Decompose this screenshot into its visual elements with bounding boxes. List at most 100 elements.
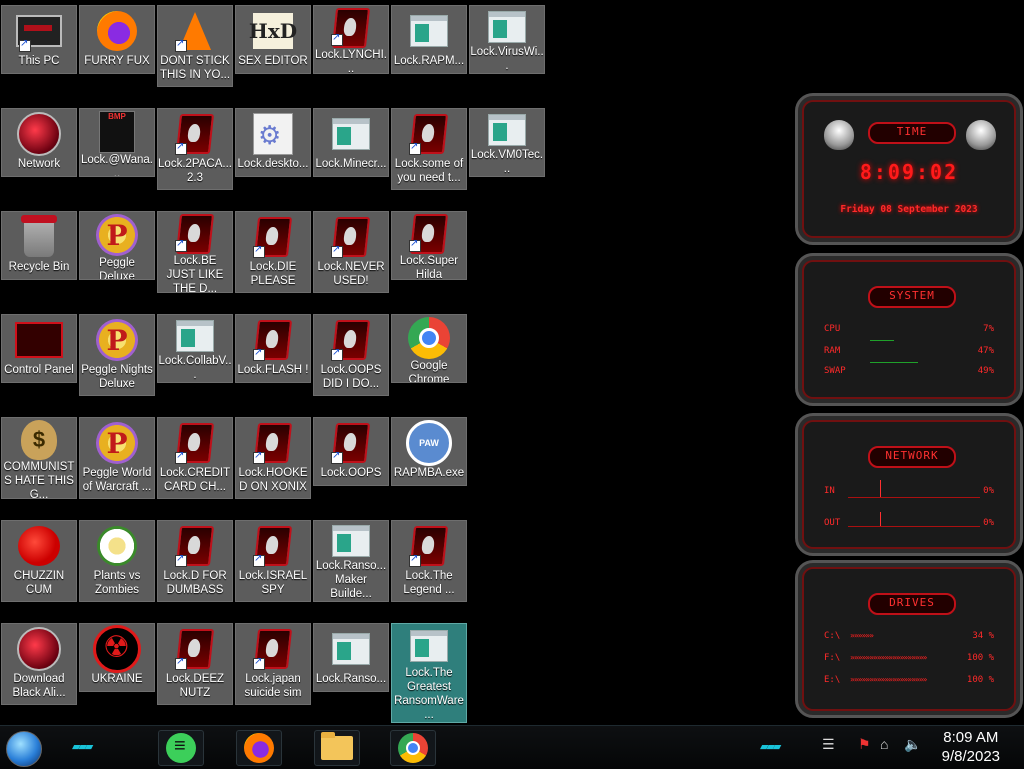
desktop-icon[interactable]: Download Black Ali...	[1, 623, 77, 705]
network-gadget: NETWORK IN 0% OUT 0%	[795, 413, 1023, 556]
desktop-icon-label: Lock.@Wana...	[81, 154, 153, 177]
desktop-icon[interactable]: Control Panel	[1, 314, 77, 383]
desktop-icon[interactable]: Lock.VirusWi...	[469, 5, 545, 74]
redbox-icon	[405, 523, 453, 569]
desktop-icon[interactable]: This PC	[1, 5, 77, 74]
taskbar: ▰▰▰ ▰▰▰ ☰ ⚑ ⌂ 🔈 8:09 AM 9/8/2023	[0, 725, 1024, 769]
messaging-app-icon	[166, 733, 196, 763]
win-icon	[171, 317, 219, 354]
desktop-icon[interactable]: Lock.CREDIT CARD CH...	[157, 417, 233, 499]
cone-icon	[171, 8, 219, 54]
desktop-icon[interactable]: Lock.DEEZ NUTZ	[157, 623, 233, 705]
desktop-icon-label: Lock.OOPS DID I DO...	[320, 364, 382, 390]
shortcut-arrow-icon	[175, 38, 187, 52]
desktop-icon[interactable]: Recycle Bin	[1, 211, 77, 280]
gadget-clock: 8:09:02	[859, 160, 959, 184]
desktop-icon[interactable]: Lock.Ranso... Maker Builde...	[313, 520, 389, 602]
desktop-icon-label: Lock.HOOKED ON XONIX	[238, 467, 308, 493]
desktop-icon[interactable]: Lock.some of you need t...	[391, 108, 467, 190]
action-center-flag-icon[interactable]: ⚑	[858, 736, 871, 753]
shortcut-arrow-icon	[409, 553, 421, 567]
desktop-icon-label: Lock.RAPM...	[393, 55, 465, 67]
fuzz-icon	[15, 523, 63, 569]
redbox-icon	[249, 317, 297, 363]
gadget-title: SYSTEM	[868, 286, 956, 308]
desktop-icon[interactable]: Lock.CollabV...	[157, 314, 233, 383]
desktop-icon[interactable]: Lock.The Greatest RansomWare ...	[391, 623, 467, 723]
desktop-icon[interactable]: Network	[1, 108, 77, 177]
row-value: 47%	[977, 346, 994, 356]
desktop-icon[interactable]: P Peggle World of Warcraft ...	[79, 417, 155, 499]
desktop-icon[interactable]: Lock.Ranso...	[313, 623, 389, 692]
desktop-icon[interactable]: Lock.OOPS DID I DO...	[313, 314, 389, 396]
desktop-icon[interactable]: Lock.ISRAEL SPY	[235, 520, 311, 602]
desktop-icon[interactable]: Lock.Minecr...	[313, 108, 389, 177]
desktop-icon[interactable]: CHUZZIN CUM	[1, 520, 77, 602]
desktop-icon[interactable]: Google Chrome	[391, 314, 467, 383]
row-value: 100 %	[966, 675, 994, 685]
desktop-icon[interactable]: Lock.RAPM...	[391, 5, 467, 74]
desktop-icon-label: Lock.NEVER USED!	[317, 261, 385, 287]
desktop-icon[interactable]: Lock.BE JUST LIKE THE D...	[157, 211, 233, 293]
bin-icon	[15, 214, 63, 260]
redbox-icon	[249, 523, 297, 569]
desktop-icon[interactable]: Lock.NEVER USED!	[313, 211, 389, 293]
drive-c-meter: »»»»»»	[850, 631, 874, 640]
decor-chevrons-icon: ▰▰▰	[72, 741, 93, 753]
desktop-icon-label: CHUZZIN CUM	[13, 570, 65, 596]
desktop-icon[interactable]: P Peggle Nights Deluxe	[79, 314, 155, 396]
monitor-icon	[15, 8, 63, 54]
desktop-icon[interactable]: Lock.D FOR DUMBASS	[157, 520, 233, 602]
start-button[interactable]	[6, 731, 42, 767]
desktop-icon[interactable]: FURRY FUX	[79, 5, 155, 74]
desktop-icon[interactable]: $ COMMUNISTS HATE THIS G...	[1, 417, 77, 499]
desktop-icon[interactable]: Lock.VM0Tec...	[469, 108, 545, 177]
redbox-icon	[249, 420, 297, 466]
shortcut-arrow-icon	[409, 141, 421, 155]
desktop-icon[interactable]: Lock.japan suicide sim	[235, 623, 311, 705]
net-in-row: IN 0%	[824, 486, 994, 496]
row-value: 49%	[977, 366, 994, 376]
desktop-icon[interactable]: Lock.Super Hilda	[391, 211, 467, 280]
desktop-icon[interactable]: Lock.deskto...	[235, 108, 311, 177]
taskbar-messaging-app[interactable]	[158, 730, 204, 766]
taskbar-file-explorer[interactable]	[314, 730, 360, 766]
flower-icon	[93, 523, 141, 569]
desktop-icon[interactable]: BMP Lock.@Wana...	[79, 108, 155, 177]
desktop-icon-label: Lock.D FOR DUMBASS	[163, 570, 227, 596]
desktop-icon[interactable]: UKRAINE	[79, 623, 155, 692]
volume-icon[interactable]: 🔈	[904, 736, 921, 753]
desktop-icon-label: Lock.Ranso... Maker Builde...	[315, 560, 387, 600]
win-icon	[405, 8, 453, 54]
desktop-icon[interactable]: Lock.FLASH !	[235, 314, 311, 383]
desktop-icon[interactable]: Lock.DIE PLEASE	[235, 211, 311, 293]
taskbar-chrome[interactable]	[390, 730, 436, 766]
redbox-icon	[171, 523, 219, 569]
desktop-icon-label: UKRAINE	[91, 673, 143, 685]
drives-gadget: DRIVES C:\ 34 % F:\ 100 % E:\ 100 % »»»»…	[795, 560, 1023, 718]
row-label: CPU	[824, 324, 841, 334]
desktop-icon[interactable]: Plants vs Zombies	[79, 520, 155, 602]
shortcut-arrow-icon	[253, 553, 265, 567]
taskbar-clock[interactable]: 8:09 AM 9/8/2023	[942, 728, 1000, 766]
win-icon	[327, 523, 375, 559]
desktop-icon[interactable]: P Peggle Deluxe	[79, 211, 155, 280]
taskbar-firefox[interactable]	[236, 730, 282, 766]
alien-head-icon	[824, 120, 854, 150]
desktop-icon-label: This PC	[18, 55, 60, 67]
desktop-icon[interactable]: Lock.OOPS	[313, 417, 389, 486]
desktop-icon[interactable]: HxD SEX EDITOR	[235, 5, 311, 74]
network-icon[interactable]: ⌂	[880, 736, 888, 752]
alien-head-icon	[966, 120, 996, 150]
desktop-icon[interactable]: Lock.The Legend ...	[391, 520, 467, 602]
desktop-icon[interactable]: Lock.HOOKED ON XONIX	[235, 417, 311, 499]
desktop-icon-label: Lock.2PACA... 2.3	[158, 158, 232, 184]
stack-icon[interactable]: ☰	[822, 736, 835, 753]
desktop-icon[interactable]: DONT STICK THIS IN YO...	[157, 5, 233, 87]
desktop-icon[interactable]: PAW RAPMBA.exe	[391, 417, 467, 486]
net-out-graph	[848, 526, 980, 527]
firefox-icon	[244, 733, 274, 763]
desktop-icon[interactable]: Lock.LYNCHI...	[313, 5, 389, 74]
desktop-icon[interactable]: Lock.2PACA... 2.3	[157, 108, 233, 190]
desktop-icon-label: Lock.ISRAEL SPY	[238, 570, 308, 596]
